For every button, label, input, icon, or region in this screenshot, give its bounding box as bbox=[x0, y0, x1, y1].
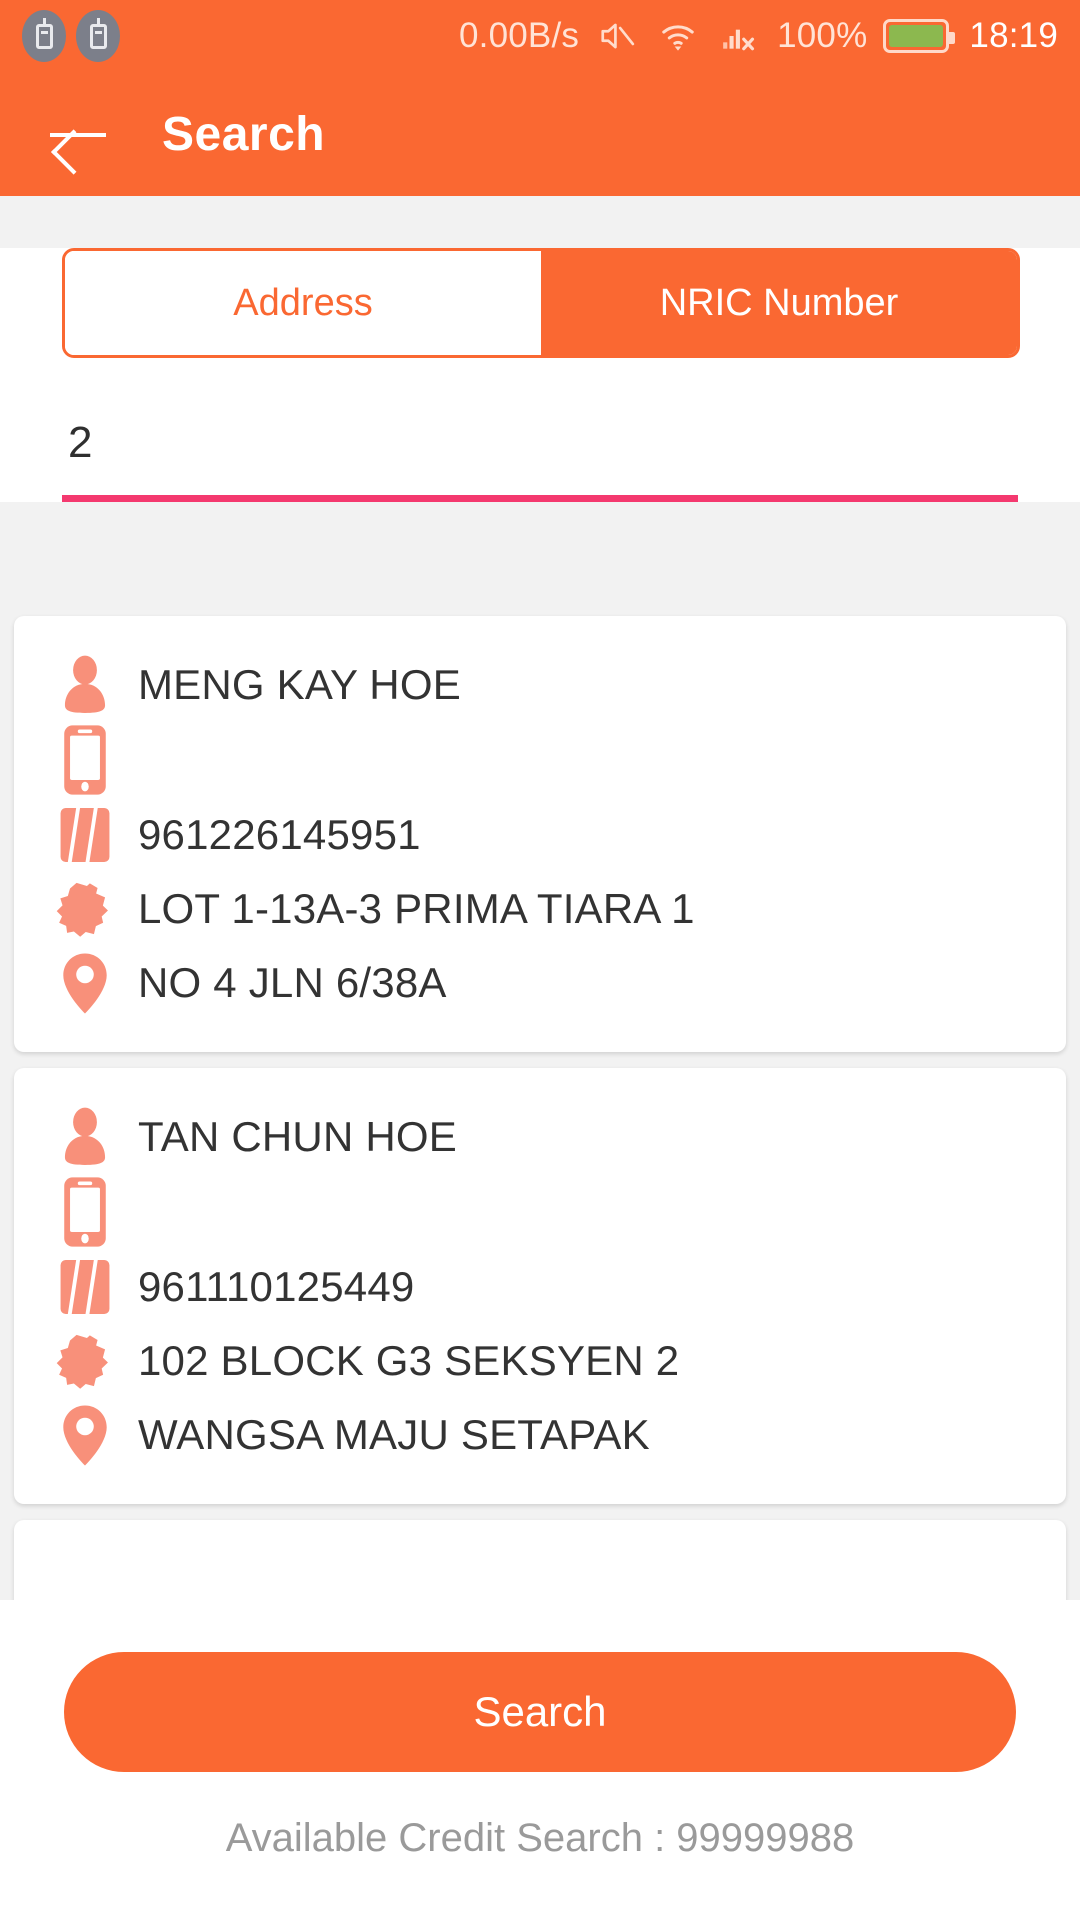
usb-icon bbox=[76, 10, 120, 62]
search-input-underline bbox=[62, 495, 1018, 502]
mobile-phone-icon bbox=[54, 1176, 116, 1248]
tab-address[interactable]: Address bbox=[65, 251, 541, 355]
result-name-row: TAN CHUN HOE bbox=[14, 1102, 1066, 1172]
result-phone-row bbox=[14, 724, 1066, 796]
battery-full-icon bbox=[883, 19, 956, 53]
result-name: TAN CHUN HOE bbox=[138, 1113, 457, 1160]
status-bar-right: 0.00B/s 100% 18:19 bbox=[459, 16, 1058, 56]
page-title: Search bbox=[162, 107, 326, 161]
search-controls-panel: Address NRIC Number bbox=[0, 248, 1080, 502]
result-name-row: MENG KAY HOE bbox=[14, 650, 1066, 720]
clock-label: 18:19 bbox=[969, 16, 1058, 55]
network-speed-label: 0.00B/s bbox=[458, 16, 580, 55]
result-name: MENG KAY HOE bbox=[138, 661, 461, 708]
result-address-line2: WANGSA MAJU SETAPAK bbox=[138, 1411, 650, 1458]
person-icon bbox=[54, 1106, 116, 1168]
app-root: 0.00B/s 100% 18:19 Search Address NRIC N… bbox=[0, 0, 1080, 1920]
result-address-line2-row: WANGSA MAJU SETAPAK bbox=[14, 1400, 1066, 1470]
status-bar: 0.00B/s 100% 18:19 bbox=[0, 0, 1080, 72]
usb-icon bbox=[22, 10, 66, 62]
id-card-icon bbox=[54, 806, 116, 864]
result-card-partial[interactable] bbox=[14, 1520, 1066, 1600]
volume-mute-icon bbox=[601, 23, 635, 49]
available-credit-label: Available Credit Search : 99999988 bbox=[225, 1816, 855, 1860]
cellular-no-service-icon bbox=[723, 29, 755, 51]
search-field bbox=[62, 418, 1018, 502]
result-address-line1-row: LOT 1-13A-3 PRIMA TIARA 1 bbox=[14, 874, 1066, 944]
search-button[interactable]: Search bbox=[64, 1652, 1016, 1772]
status-bar-left bbox=[22, 10, 120, 62]
result-nric: 961110125449 bbox=[138, 1263, 415, 1310]
result-phone-row bbox=[14, 1176, 1066, 1248]
bottom-action-bar: Search Available Credit Search : 9999998… bbox=[0, 1600, 1080, 1920]
result-address-line1: LOT 1-13A-3 PRIMA TIARA 1 bbox=[138, 885, 695, 932]
result-card[interactable]: TAN CHUN HOE 961110125449 102 BLOCK G3 S… bbox=[14, 1068, 1066, 1504]
result-nric-row: 961226145951 bbox=[14, 800, 1066, 870]
result-nric: 961226145951 bbox=[138, 811, 421, 858]
person-icon bbox=[54, 654, 116, 716]
search-input[interactable] bbox=[62, 418, 1018, 482]
mobile-phone-icon bbox=[54, 724, 116, 796]
result-nric-row: 961110125449 bbox=[14, 1252, 1066, 1322]
map-region-icon bbox=[54, 1332, 116, 1390]
battery-percent-label: 100% bbox=[777, 16, 868, 55]
location-pin-icon bbox=[54, 1404, 116, 1466]
result-address-line2-row: NO 4 JLN 6/38A bbox=[14, 948, 1066, 1018]
result-address-line1: 102 BLOCK G3 SEKSYEN 2 bbox=[138, 1337, 680, 1384]
search-results-list[interactable]: MENG KAY HOE 961226145951 LOT 1-13A-3 PR… bbox=[0, 600, 1080, 1600]
result-card[interactable]: MENG KAY HOE 961226145951 LOT 1-13A-3 PR… bbox=[14, 616, 1066, 1052]
search-mode-tabs: Address NRIC Number bbox=[62, 248, 1020, 358]
wifi-icon bbox=[662, 25, 694, 51]
result-address-line2: NO 4 JLN 6/38A bbox=[138, 959, 447, 1006]
map-region-icon bbox=[54, 880, 116, 938]
result-address-line1-row: 102 BLOCK G3 SEKSYEN 2 bbox=[14, 1326, 1066, 1396]
back-arrow-icon[interactable] bbox=[50, 112, 106, 156]
location-pin-icon bbox=[54, 952, 116, 1014]
app-bar: Search bbox=[0, 72, 1080, 196]
tab-nric-number[interactable]: NRIC Number bbox=[541, 251, 1017, 355]
id-card-icon bbox=[54, 1258, 116, 1316]
